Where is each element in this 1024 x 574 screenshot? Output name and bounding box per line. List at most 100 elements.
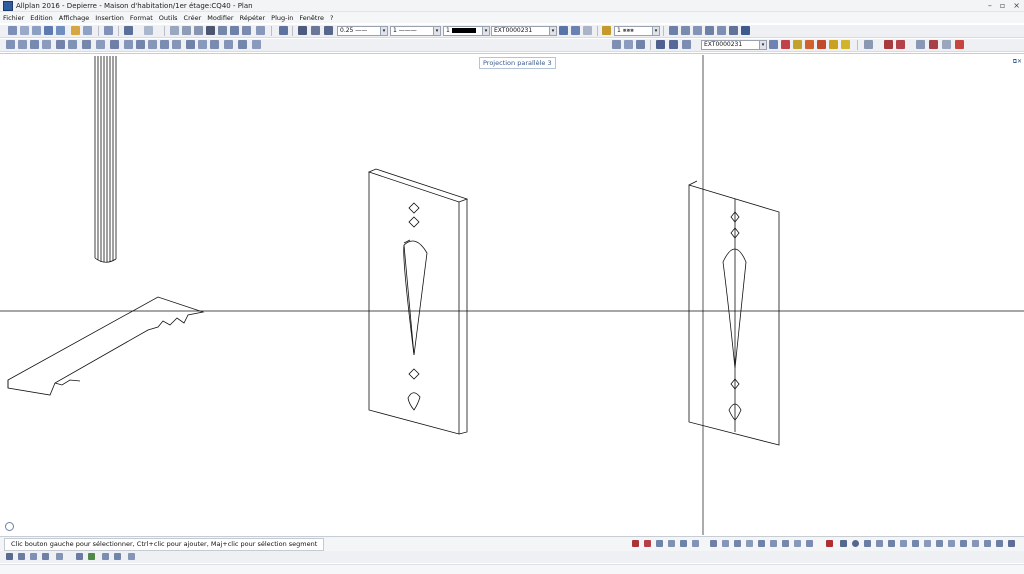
snap-tool-icon[interactable] [936,540,943,547]
menu-help[interactable]: ? [327,14,336,22]
snap-tool-icon[interactable] [888,540,895,547]
filter-tool-icon[interactable] [30,553,37,560]
snap-tool-icon[interactable] [924,540,931,547]
pen-icon[interactable] [298,26,307,35]
filter-icon[interactable] [128,553,135,560]
snap-tool-icon[interactable] [710,540,717,547]
tool-icon[interactable] [252,40,261,49]
layer-icon[interactable] [829,40,838,49]
rectangle-icon[interactable] [170,26,179,35]
properties-icon[interactable] [256,26,265,35]
tool-icon[interactable] [172,40,181,49]
view-tool-icon[interactable] [636,40,645,49]
snap-tool-icon[interactable] [722,540,729,547]
regen-icon[interactable] [705,26,714,35]
tool-icon[interactable] [148,40,157,49]
line-icon[interactable] [840,540,847,547]
filter-tool-icon[interactable] [76,553,83,560]
comment-icon[interactable] [83,26,92,35]
chevron-down-icon[interactable]: ▾ [380,26,388,36]
tool-icon[interactable] [136,40,145,49]
window-icon[interactable] [929,40,938,49]
layer-icon[interactable] [841,40,850,49]
layer-filter-icon[interactable] [781,40,790,49]
pen-thickness-select[interactable]: 0.25 —— [337,26,383,36]
new-icon[interactable] [20,26,29,35]
stretch-icon[interactable] [242,26,251,35]
snap-tool-icon[interactable] [758,540,765,547]
tool-icon[interactable] [6,40,15,49]
snap-tool-icon[interactable] [972,540,979,547]
color-select[interactable]: 1 [443,26,485,36]
layer-select-2[interactable]: EXT0000231 [701,40,761,50]
snap-tool-icon[interactable] [770,540,777,547]
redo-icon[interactable] [144,26,153,35]
orbit-icon[interactable] [682,40,691,49]
mirror-icon[interactable] [230,26,239,35]
menu-plugin[interactable]: Plug-in [268,14,296,22]
zoom-all-icon[interactable] [681,26,690,35]
snap-tool-icon[interactable] [900,540,907,547]
chevron-down-icon[interactable]: ▾ [549,26,557,36]
filter-tool-icon[interactable] [42,553,49,560]
tool-icon[interactable] [198,40,207,49]
tool-icon[interactable] [160,40,169,49]
snap-tool-icon[interactable] [692,540,699,547]
chevron-down-icon[interactable]: ▾ [433,26,441,36]
snap-tool-icon[interactable] [782,540,789,547]
tool-icon[interactable] [96,40,105,49]
snap-tool-icon[interactable] [794,540,801,547]
navigation-cube-icon[interactable] [5,522,14,531]
tool-icon[interactable] [18,40,27,49]
filter-active-icon[interactable] [88,553,95,560]
add-icon[interactable] [71,26,80,35]
save-icon[interactable] [56,26,65,35]
frame-icon[interactable] [864,40,873,49]
snap-tool-icon[interactable] [680,540,687,547]
menu-affichage[interactable]: Affichage [56,14,93,22]
layer-icon[interactable] [817,40,826,49]
measure-icon[interactable] [729,26,738,35]
export-icon[interactable] [955,40,964,49]
print-preview-icon[interactable] [32,26,41,35]
menu-fichier[interactable]: Fichier [0,14,27,22]
tool-icon[interactable] [68,40,77,49]
help-pointer-icon[interactable] [741,26,750,35]
menu-repeter[interactable]: Répéter [237,14,269,22]
layer-icon[interactable] [805,40,814,49]
menu-edition[interactable]: Edition [27,14,56,22]
tool-icon[interactable] [210,40,219,49]
layer-icon[interactable] [769,40,778,49]
snap-tool-icon[interactable] [912,540,919,547]
snap-tool-icon[interactable] [948,540,955,547]
snap-tool-icon[interactable] [644,540,651,547]
table-icon[interactable] [182,26,191,35]
snap-tool-icon[interactable] [746,540,753,547]
tool-icon[interactable] [124,40,133,49]
layer-select[interactable]: EXT0000231 [491,26,551,36]
zoom-window-icon[interactable] [669,26,678,35]
close-icon[interactable]: × [1013,0,1020,11]
tool-icon[interactable] [30,40,39,49]
cad-scene[interactable] [0,54,1024,535]
tool-icon[interactable] [224,40,233,49]
snap-tool-icon[interactable] [668,540,675,547]
menu-format[interactable]: Format [127,14,156,22]
pan-icon[interactable] [693,26,702,35]
menu-modifier[interactable]: Modifier [204,14,236,22]
view-tool-icon[interactable] [612,40,621,49]
tool-icon[interactable] [82,40,91,49]
filter-tool-icon[interactable] [18,553,25,560]
window-icon[interactable] [942,40,951,49]
text-tool-icon[interactable] [1008,540,1015,547]
hatch-pattern-icon[interactable] [602,26,611,35]
tool-icon[interactable] [42,40,51,49]
snap-tool-icon[interactable] [656,540,663,547]
minimize-icon[interactable]: – [988,0,992,11]
print-icon[interactable] [896,40,905,49]
pen-tool-icon[interactable] [632,540,639,547]
chevron-down-icon[interactable]: ▾ [482,26,490,36]
window-icon[interactable] [916,40,925,49]
filter-icon[interactable] [114,553,121,560]
copy-icon[interactable] [218,26,227,35]
